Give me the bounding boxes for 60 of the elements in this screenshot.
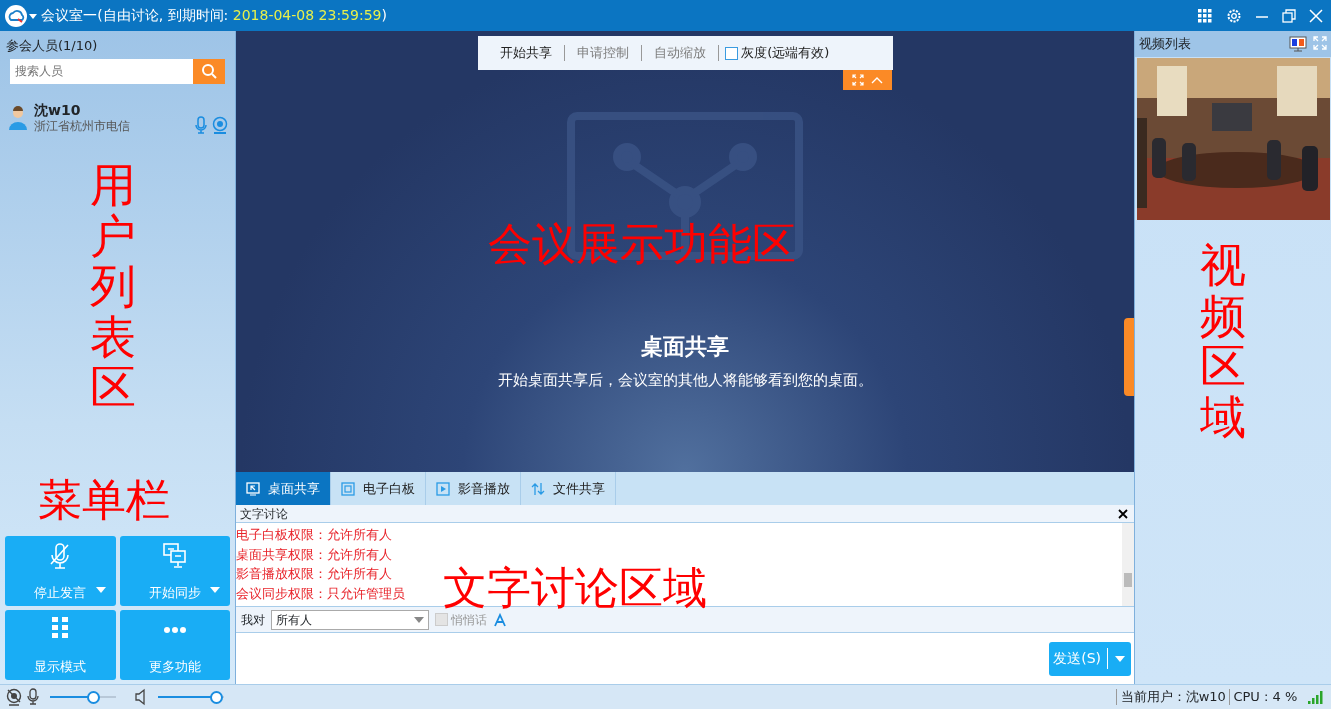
play-icon xyxy=(436,481,450,496)
toolbar-button[interactable]: 开始共享 xyxy=(487,43,564,63)
transfer-icon xyxy=(531,481,545,496)
document-icon xyxy=(341,481,355,496)
grid-icon[interactable] xyxy=(1197,7,1213,24)
font-icon[interactable] xyxy=(493,612,507,627)
search-field[interactable]: 搜索人员 xyxy=(10,58,193,84)
menu-button[interactable]: 开始同步 xyxy=(119,536,230,606)
menu-button[interactable]: 显示模式 xyxy=(5,610,116,680)
chat-title: 文字讨论 xyxy=(240,505,288,523)
restore-icon[interactable] xyxy=(1282,8,1296,23)
recipient-label: 我对 xyxy=(241,611,265,629)
video-list-title: 视频列表 xyxy=(1139,35,1191,54)
caret-icon[interactable] xyxy=(28,11,38,20)
participant-name: 沈w10 xyxy=(34,101,82,119)
participants-header: 参会人员(1/10) xyxy=(5,37,99,55)
caret-icon xyxy=(1114,655,1125,662)
participant-location: 浙江省杭州市电信 xyxy=(34,118,130,134)
logo-icon[interactable] xyxy=(4,3,28,28)
annotation-label: 菜单栏 xyxy=(38,478,170,522)
volume-slider[interactable] xyxy=(50,690,116,704)
send-button[interactable]: 发送(S) xyxy=(1049,641,1131,676)
display-title: 桌面共享 xyxy=(641,333,729,361)
annotation-label: 文字讨论区域 xyxy=(443,566,707,610)
chat-message: 桌面共享权限：允许所有人 xyxy=(236,545,392,564)
microphone-icon[interactable] xyxy=(26,688,40,706)
speaker-icon[interactable] xyxy=(134,688,148,706)
window-title: 会议室一(自由讨论, 到期时间: 2018-04-08 23:59:59) xyxy=(41,6,387,25)
menu-button[interactable]: 停止发言 xyxy=(5,536,116,606)
volume-slider[interactable] xyxy=(158,690,224,704)
chat-message: 影音播放权限：允许所有人 xyxy=(236,565,392,583)
monitor-icon[interactable] xyxy=(1288,36,1307,52)
chat-message: 会议同步权限：只允许管理员 xyxy=(236,584,405,603)
close-icon[interactable] xyxy=(1118,508,1128,519)
more-icon xyxy=(163,627,186,633)
user-avatar-icon xyxy=(8,105,28,130)
caret-icon xyxy=(414,616,424,623)
chat-message: 电子白板权限：允许所有人 xyxy=(236,526,392,544)
webcam-icon[interactable] xyxy=(6,688,22,706)
grayscale-checkbox[interactable]: 灰度(远端有效) xyxy=(725,43,830,63)
annotation-label: 用户列表区 xyxy=(90,160,136,413)
side-panel-handle[interactable] xyxy=(1124,318,1134,396)
grid-icon xyxy=(51,616,70,638)
display-subtitle: 开始桌面共享后，会议室的其他人将能够看到您的桌面。 xyxy=(497,370,873,391)
current-user: 当前用户：沈w10 xyxy=(1120,688,1226,707)
menu-button[interactable]: 更多功能 xyxy=(119,610,230,680)
scrollbar[interactable] xyxy=(1122,523,1134,606)
chevron-up-icon xyxy=(870,76,883,84)
collapse-toolbar-button[interactable] xyxy=(843,70,892,90)
fullscreen-icon xyxy=(852,74,865,86)
recipient-select[interactable]: 所有人 xyxy=(271,609,429,630)
search-icon xyxy=(201,63,217,79)
signal-icon xyxy=(1307,689,1325,705)
settings-icon[interactable] xyxy=(1226,7,1242,24)
tab[interactable]: 桌面共享 xyxy=(236,472,331,505)
cpu-usage: CPU : 4 % xyxy=(1233,688,1298,707)
monitor-icon xyxy=(246,481,260,496)
annotation-label: 视频区域 xyxy=(1200,240,1246,443)
annotation-label: 会议展示功能区 xyxy=(488,222,796,266)
search-button[interactable] xyxy=(193,58,225,84)
